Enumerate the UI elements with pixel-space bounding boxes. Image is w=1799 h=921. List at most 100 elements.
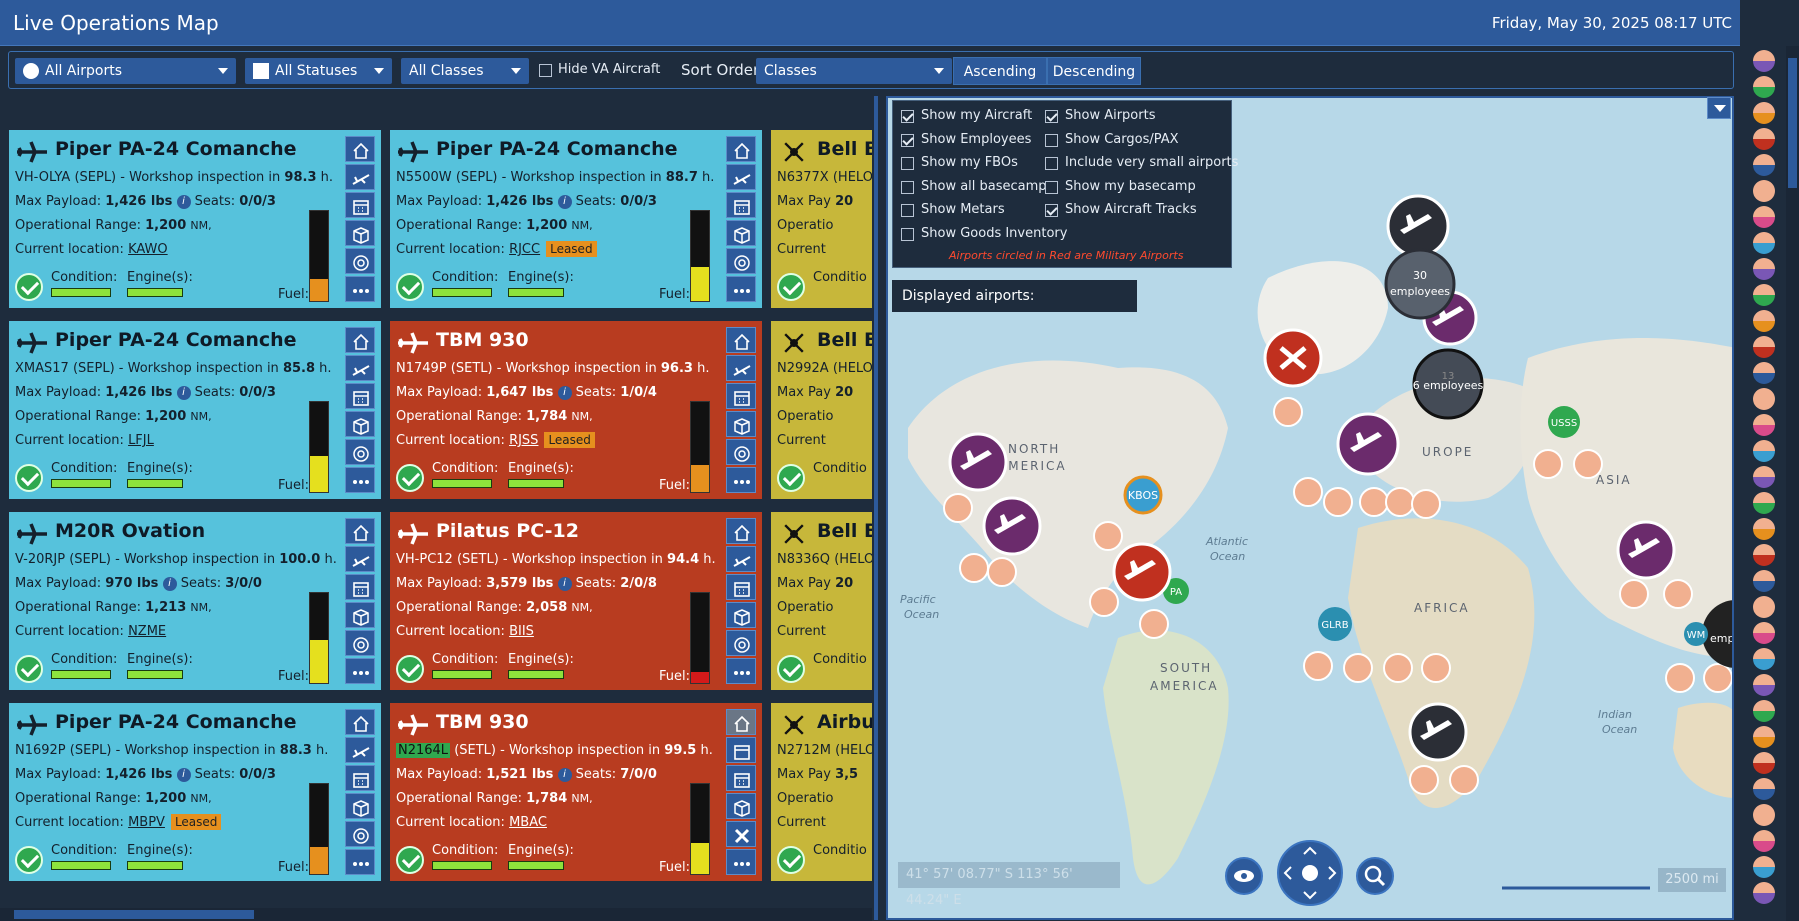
employee-avatar[interactable] <box>1753 388 1775 410</box>
splitter[interactable] <box>872 96 886 920</box>
card-action-cargo-box[interactable] <box>726 602 756 628</box>
scrollbar-thumb[interactable] <box>1788 58 1797 188</box>
classes-dropdown[interactable]: All Classes <box>401 58 529 84</box>
aircraft-card[interactable]: M20R Ovation V-20RJP (SEPL) - Workshop in… <box>9 512 381 690</box>
info-icon[interactable]: i <box>557 576 572 591</box>
card-action-target[interactable] <box>726 248 756 274</box>
aircraft-card[interactable]: Bell BoN6377X (HELO)Max Pay 20OperatioCu… <box>771 130 872 308</box>
card-action-calendar[interactable] <box>345 192 375 218</box>
card-action-home[interactable] <box>726 327 756 353</box>
employee-avatar[interactable] <box>1753 804 1775 826</box>
location-link[interactable]: MBPV <box>128 815 165 830</box>
card-action-cargo-box[interactable] <box>726 411 756 437</box>
employee-avatar[interactable] <box>1753 206 1775 228</box>
employee-avatar[interactable] <box>1753 570 1775 592</box>
employee-avatar[interactable] <box>1753 648 1775 670</box>
employee-avatar[interactable] <box>1753 778 1775 800</box>
pan-control[interactable] <box>1277 840 1343 906</box>
location-link[interactable]: BIIS <box>509 624 534 639</box>
card-action-takeoff[interactable] <box>345 546 375 572</box>
card-action-target[interactable] <box>726 439 756 465</box>
location-link[interactable]: MBAC <box>509 815 547 830</box>
card-action-home[interactable] <box>726 136 756 162</box>
card-action-home[interactable] <box>345 136 375 162</box>
aircraft-card[interactable]: Piper PA-24 Comanche N1692P (SEPL) - Work… <box>9 703 381 881</box>
location-link[interactable]: KAWO <box>128 242 168 257</box>
aircraft-card[interactable]: Piper PA-24 Comanche XMAS17 (SEPL) - Work… <box>9 321 381 499</box>
info-icon[interactable]: i <box>176 767 191 782</box>
aircraft-card[interactable]: TBM 930 N2164L (SETL) - Workshop inspecti… <box>390 703 762 881</box>
info-icon[interactable]: i <box>557 767 572 782</box>
card-action-cargo-box[interactable] <box>345 602 375 628</box>
card-action-home[interactable] <box>345 327 375 353</box>
collapse-panel-button[interactable] <box>1707 97 1731 119</box>
card-action-calendar[interactable] <box>726 574 756 600</box>
employee-avatar[interactable] <box>1753 362 1775 384</box>
option-checkbox-right-2[interactable] <box>1045 157 1058 170</box>
employee-avatar[interactable] <box>1753 830 1775 852</box>
info-icon[interactable]: i <box>176 194 191 209</box>
option-checkbox-left-3[interactable] <box>901 180 914 194</box>
card-action-takeoff[interactable] <box>726 546 756 572</box>
zoom-search-button[interactable] <box>1356 857 1394 895</box>
aircraft-card[interactable]: Piper PA-24 Comanche N5500W (SEPL) - Work… <box>390 130 762 308</box>
aircraft-card[interactable]: TBM 930 N1749P (SETL) - Workshop inspecti… <box>390 321 762 499</box>
info-icon[interactable]: i <box>557 194 572 209</box>
card-action-more[interactable] <box>345 658 375 684</box>
card-action-cargo-box[interactable] <box>345 793 375 819</box>
card-action-takeoff[interactable] <box>345 355 375 381</box>
employee-avatar[interactable] <box>1753 544 1775 566</box>
card-action-target[interactable] <box>726 630 756 656</box>
card-action-takeoff[interactable] <box>726 355 756 381</box>
employee-avatar[interactable] <box>1753 50 1775 72</box>
card-action-more[interactable] <box>345 849 375 875</box>
employee-avatar[interactable] <box>1753 310 1775 332</box>
option-checkbox-left-0[interactable] <box>901 110 914 123</box>
card-action-more[interactable] <box>726 849 756 875</box>
aircraft-card[interactable]: Bell BeN8336Q (HELO)Max Pay 20OperatioCu… <box>771 512 872 690</box>
card-action-takeoff[interactable] <box>726 164 756 190</box>
card-action-cargo-box[interactable] <box>726 220 756 246</box>
airports-dropdown[interactable]: All Airports <box>15 58 236 84</box>
card-action-calendar[interactable] <box>726 383 756 409</box>
card-action-target[interactable] <box>345 248 375 274</box>
employee-avatar[interactable] <box>1753 466 1775 488</box>
card-action-more[interactable] <box>345 467 375 493</box>
aircraft-card[interactable]: AirbusN2712M (HELO)Max Pay 3,5OperatioCu… <box>771 703 872 881</box>
option-checkbox-left-5[interactable] <box>901 227 914 241</box>
employee-avatar[interactable] <box>1753 700 1775 722</box>
card-action-home[interactable] <box>345 518 375 544</box>
employee-avatar[interactable] <box>1753 284 1775 306</box>
card-action-more[interactable] <box>726 658 756 684</box>
employee-avatar[interactable] <box>1753 232 1775 254</box>
employee-avatar[interactable] <box>1753 414 1775 436</box>
card-action-calendar[interactable] <box>726 765 756 791</box>
location-link[interactable]: LFJL <box>128 433 154 448</box>
card-action-wrench[interactable] <box>726 821 756 847</box>
card-action-cargo-box[interactable] <box>726 793 756 819</box>
employee-avatar[interactable] <box>1753 258 1775 280</box>
card-action-target[interactable] <box>345 630 375 656</box>
statuses-dropdown[interactable]: All Statuses <box>245 58 392 84</box>
employee-avatar[interactable] <box>1753 622 1775 644</box>
option-checkbox-right-3[interactable] <box>1045 180 1058 194</box>
card-action-home[interactable] <box>345 709 375 735</box>
aircraft-card[interactable]: Piper PA-24 Comanche VH-OLYA (SEPL) - Wor… <box>9 130 381 308</box>
employee-avatar[interactable] <box>1753 596 1775 618</box>
option-checkbox-left-4[interactable] <box>901 204 914 217</box>
employee-avatar[interactable] <box>1753 856 1775 878</box>
location-link[interactable]: NZME <box>128 624 166 639</box>
employee-avatar[interactable] <box>1753 674 1775 696</box>
descending-button[interactable]: Descending <box>1047 57 1141 85</box>
employee-avatar[interactable] <box>1753 440 1775 462</box>
card-action-calendar[interactable] <box>345 765 375 791</box>
card-action-calendar[interactable] <box>345 574 375 600</box>
hide-va-checkbox[interactable] <box>539 64 552 77</box>
employee-avatar[interactable] <box>1753 336 1775 358</box>
card-action-cargo-box[interactable] <box>345 411 375 437</box>
card-action-calendar[interactable] <box>345 383 375 409</box>
card-action-cargo-box[interactable] <box>345 220 375 246</box>
card-action-more[interactable] <box>726 276 756 302</box>
employee-avatar[interactable] <box>1753 492 1775 514</box>
location-link[interactable]: RJCC <box>509 242 540 257</box>
